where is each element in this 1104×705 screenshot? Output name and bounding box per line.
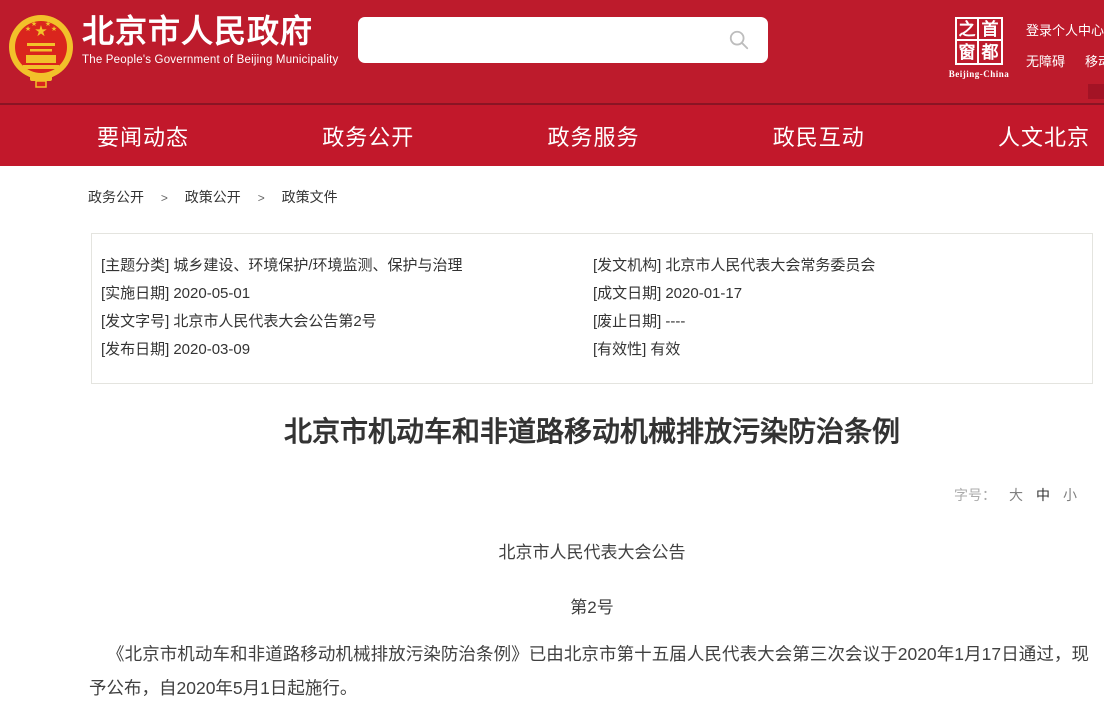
site-name: 北京市人民政府	[82, 13, 338, 49]
login-personal-center-link[interactable]: 登录个人中心	[1026, 20, 1104, 39]
meta-label: [废止日期]	[593, 313, 661, 330]
breadcrumb-item-policy-disclosure[interactable]: 政策公开	[185, 189, 241, 205]
meta-value: 2020-01-17	[665, 285, 742, 302]
capital-window-grid: 之 首 窗 都	[955, 17, 1003, 65]
document-meta-box: [主题分类]城乡建设、环境保护/环境监测、保护与治理 [实施日期]2020-05…	[91, 233, 1093, 384]
font-size-small-button[interactable]: 小	[1063, 487, 1077, 503]
meta-value: ----	[665, 313, 685, 330]
search-icon[interactable]	[728, 29, 750, 51]
meta-label: [主题分类]	[101, 257, 169, 274]
capital-window-char: 窗	[957, 41, 979, 63]
search-box	[358, 17, 768, 63]
meta-value: 北京市人民代表大会常务委员会	[665, 257, 875, 274]
header-corner-decoration	[1088, 84, 1104, 99]
meta-row-publish-date: [发布日期]2020-03-09	[101, 336, 593, 364]
capital-window-caption: Beijing-China	[946, 69, 1012, 79]
breadcrumb-separator: >	[161, 191, 168, 205]
meta-value: 2020-05-01	[173, 285, 250, 302]
breadcrumb: 政务公开 > 政策公开 > 政策文件	[88, 189, 1104, 206]
nav-item-gov-affairs[interactable]: 政务公开	[322, 120, 414, 152]
meta-row-topic-category: [主题分类]城乡建设、环境保护/环境监测、保护与治理	[101, 252, 593, 280]
meta-value: 有效	[650, 341, 680, 358]
nav-item-interaction[interactable]: 政民互动	[773, 120, 865, 152]
capital-window-char: 首	[979, 19, 1001, 41]
site-header: ★ ★ ★ ★ ★ 北京市人民政府 The People's Governmen…	[0, 0, 1104, 103]
meta-label: [成文日期]	[593, 285, 661, 302]
breadcrumb-item-policy-documents[interactable]: 政策文件	[282, 189, 338, 205]
meta-column-right: [发文机构]北京市人民代表大会常务委员会 [成文日期]2020-01-17 [废…	[593, 252, 1092, 383]
capital-window-char: 都	[979, 41, 1001, 63]
meta-value: 2020-03-09	[173, 341, 250, 358]
meta-label: [实施日期]	[101, 285, 169, 302]
meta-row-validity: [有效性]有效	[593, 336, 1092, 364]
article-content: 北京市机动车和非道路移动机械排放污染防治条例 字号： 大中小 北京市人民代表大会公…	[91, 415, 1093, 618]
accessibility-link[interactable]: 无障碍	[1026, 51, 1065, 70]
main-nav: 要闻动态 政务公开 政务服务 政民互动 人文北京	[0, 105, 1104, 166]
capital-window-char: 之	[957, 19, 979, 41]
font-size-medium-button[interactable]: 中	[1036, 487, 1050, 503]
meta-row-signed-date: [成文日期]2020-01-17	[593, 280, 1092, 308]
meta-label: [发文机构]	[593, 257, 661, 274]
breadcrumb-separator: >	[258, 191, 265, 205]
national-emblem-icon[interactable]: ★ ★ ★ ★ ★	[8, 7, 74, 95]
site-name-english: The People's Government of Beijing Munic…	[82, 54, 338, 66]
meta-column-left: [主题分类]城乡建设、环境保护/环境监测、保护与治理 [实施日期]2020-05…	[101, 252, 593, 383]
meta-label: [发文字号]	[101, 313, 169, 330]
breadcrumb-item-gov-affairs[interactable]: 政务公开	[88, 189, 144, 205]
font-size-selector: 字号： 大中小	[91, 488, 1093, 503]
meta-value: 北京市人民代表大会公告第2号	[173, 313, 376, 330]
nav-item-culture[interactable]: 人文北京	[998, 120, 1090, 152]
svg-text:★: ★	[31, 20, 37, 28]
svg-text:★: ★	[51, 25, 57, 33]
meta-label: [发布日期]	[101, 341, 169, 358]
announcement-title: 北京市人民代表大会公告	[91, 543, 1093, 563]
meta-row-effective-date: [实施日期]2020-05-01	[101, 280, 593, 308]
document-title: 北京市机动车和非道路移动机械排放污染防治条例	[91, 415, 1093, 449]
nav-item-news[interactable]: 要闻动态	[97, 120, 189, 152]
font-size-label: 字号：	[954, 487, 996, 503]
meta-label: [有效性]	[593, 341, 646, 358]
capital-window-logo[interactable]: 之 首 窗 都 Beijing-China	[946, 17, 1012, 79]
meta-row-document-number: [发文字号]北京市人民代表大会公告第2号	[101, 308, 593, 336]
nav-item-gov-services[interactable]: 政务服务	[547, 120, 639, 152]
main-nav-inner: 要闻动态 政务公开 政务服务 政民互动 人文北京	[97, 120, 1090, 152]
announcement-number: 第2号	[91, 598, 1093, 618]
meta-row-issuing-agency: [发文机构]北京市人民代表大会常务委员会	[593, 252, 1092, 280]
meta-row-repeal-date: [废止日期]----	[593, 308, 1092, 336]
search-input[interactable]	[358, 31, 728, 49]
font-size-large-button[interactable]: 大	[1009, 487, 1023, 503]
site-title-block: 北京市人民政府 The People's Government of Beiji…	[82, 13, 338, 66]
meta-value: 城乡建设、环境保护/环境监测、保护与治理	[173, 257, 462, 274]
document-paragraph: 《北京市机动车和非道路移动机械排放污染防治条例》已由北京市第十五届人民代表大会第…	[89, 637, 1089, 705]
mobile-version-link[interactable]: 移动版	[1085, 51, 1104, 70]
